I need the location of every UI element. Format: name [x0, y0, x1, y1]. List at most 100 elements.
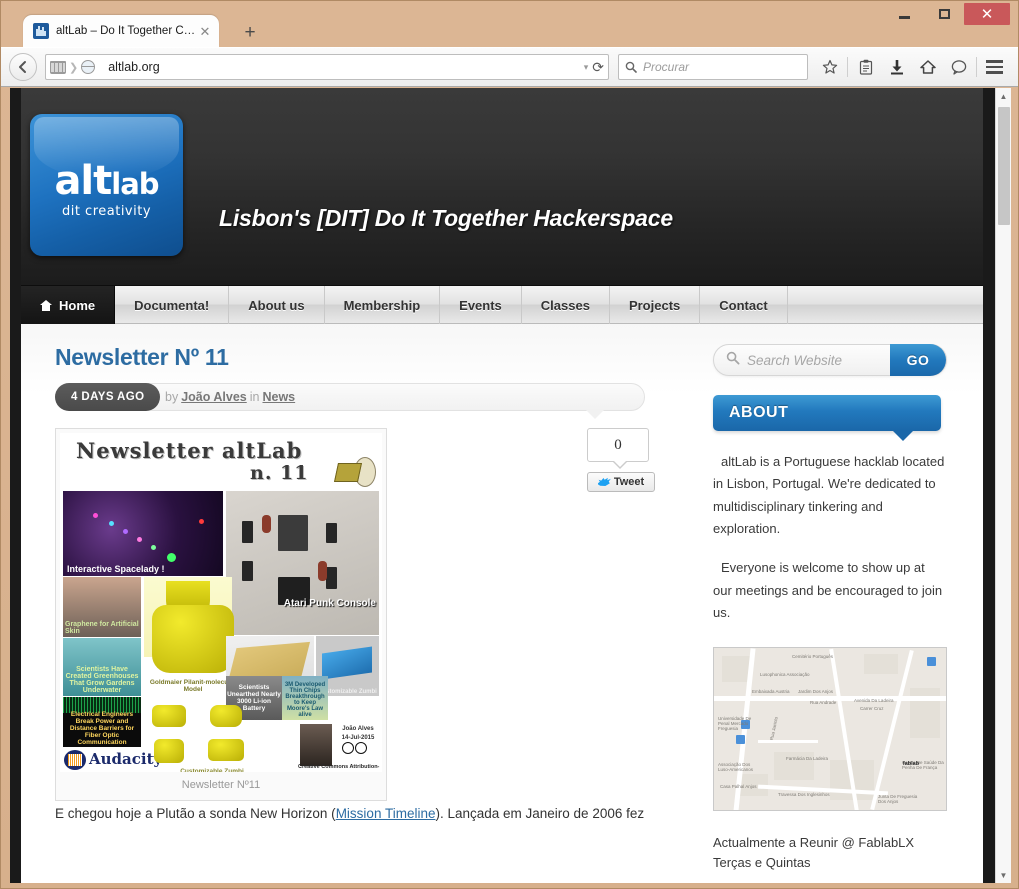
- page-viewport: altlab dit creativity Lisbon's [DIT] Do …: [10, 88, 1011, 883]
- mission-timeline-link[interactable]: Mission Timeline: [336, 806, 436, 821]
- collage-license: Creative Commons Attribution-NonCommerci…: [298, 755, 380, 772]
- space-probe-icon: [334, 455, 376, 493]
- browser-tab[interactable]: altLab – Do It Together Cre... ✕: [23, 15, 219, 47]
- post-meta: 4 DAYS AGO by João Alves in News: [55, 383, 645, 415]
- scroll-up-button[interactable]: ▲: [996, 88, 1011, 104]
- vertical-scrollbar[interactable]: ▲ ▼: [995, 88, 1011, 883]
- browser-search-placeholder: Procurar: [643, 60, 689, 74]
- post-author-link[interactable]: João Alves: [181, 390, 247, 404]
- twitter-bird-icon: [598, 477, 611, 488]
- map-label: Carrer Cruz: [860, 706, 884, 711]
- toolbar-icons: [814, 52, 1010, 82]
- about-widget-body: altLab is a Portuguese hacklab located i…: [713, 451, 945, 625]
- search-icon: [726, 351, 740, 370]
- url-actions: ▾ ⟳: [584, 59, 604, 76]
- home-icon: [40, 300, 52, 311]
- collage-heading-line1: Newsletter altLab: [76, 438, 302, 463]
- toolbar-divider: [847, 57, 848, 77]
- tweet-button[interactable]: Tweet: [587, 472, 655, 492]
- downloads-icon[interactable]: [881, 52, 912, 82]
- collage-tile-label: Interactive Spacelady !: [67, 564, 165, 574]
- body-suffix: ). Lançada em Janeiro de 2006 fez: [435, 806, 644, 821]
- reader-icon[interactable]: [850, 52, 881, 82]
- reload-icon[interactable]: ⟳: [592, 59, 604, 76]
- browser-toolbar: ❯ altlab.org ▾ ⟳ Procurar: [1, 47, 1018, 87]
- back-arrow-icon: [16, 60, 30, 74]
- globe-icon: [81, 60, 95, 74]
- collage-tile-graphene: Graphene for Artificial Skin: [63, 577, 141, 637]
- collage-tile-label: Scientists Have Created Greenhouses That…: [65, 666, 139, 694]
- location-map[interactable]: Cemitério Português Lusophonica Associaç…: [713, 647, 947, 811]
- home-icon[interactable]: [912, 52, 943, 82]
- about-paragraph: Everyone is welcome to show up at our me…: [713, 557, 945, 624]
- collage-tile-label: Atari Punk Console: [284, 598, 376, 609]
- browser-search-box[interactable]: Procurar: [618, 54, 808, 80]
- site-identity[interactable]: ❯: [50, 55, 101, 79]
- tab-close-icon[interactable]: ✕: [197, 25, 213, 38]
- bookmark-star-icon[interactable]: [814, 52, 845, 82]
- collage-tile-spacelady: Interactive Spacelady !: [63, 491, 223, 576]
- nav-label: Membership: [344, 298, 421, 313]
- site-nav: Home Documenta! About us Membership Even…: [21, 286, 983, 324]
- map-label: Rua Andrade: [810, 700, 836, 705]
- scrollbar-thumb[interactable]: [998, 107, 1010, 225]
- collage-tile-label: Customizable Zumbi: [152, 768, 272, 772]
- collage-tile-atari-punk-console: Atari Punk Console: [226, 491, 379, 635]
- site-title: Lisbon's [DIT] Do It Together Hackerspac…: [219, 205, 673, 232]
- map-label: Associação Dos Luso-Americanos: [718, 762, 758, 772]
- search-go-button[interactable]: GO: [890, 344, 946, 376]
- nav-item-documenta[interactable]: Documenta!: [115, 286, 229, 324]
- altlab-logo[interactable]: altlab dit creativity: [30, 114, 183, 256]
- logo-wordmark: altlab: [30, 158, 183, 204]
- map-label: Jardim Dos Anjos: [798, 689, 833, 694]
- collage-tile-fiber-optic: Electrical Engineers Break Power and Dis…: [63, 697, 141, 747]
- post-byline: by João Alves in News: [165, 383, 298, 411]
- map-badge-icon: [927, 657, 936, 666]
- new-tab-button[interactable]: +: [237, 22, 263, 46]
- chat-icon[interactable]: [943, 52, 974, 82]
- map-label: Casa Palhal Anjos: [720, 784, 764, 789]
- scroll-down-button[interactable]: ▼: [996, 867, 1011, 883]
- post-figure[interactable]: Newsletter altLab n. 11: [55, 428, 387, 801]
- back-button[interactable]: [9, 53, 37, 81]
- main-column: Newsletter Nº 11 4 DAYS AGO by João Alve…: [55, 344, 675, 415]
- nav-label: Home: [59, 298, 95, 313]
- site-search-widget[interactable]: Search Website GO: [713, 344, 947, 376]
- fablab-label: fablab: [903, 761, 919, 767]
- toolbar-divider: [976, 57, 977, 77]
- nav-label: Events: [459, 298, 502, 313]
- menu-icon[interactable]: [979, 52, 1010, 82]
- site-header: altlab dit creativity Lisbon's [DIT] Do …: [21, 88, 983, 286]
- map-label: Farmácia Da Ladeira: [786, 756, 828, 761]
- tweet-button-label: Tweet: [614, 476, 644, 488]
- nav-item-about-us[interactable]: About us: [229, 286, 324, 324]
- tweet-widget: 0 Tweet: [587, 428, 659, 492]
- logo-tagline: dit creativity: [30, 204, 183, 219]
- figure-caption: Newsletter Nº11: [60, 772, 382, 800]
- nav-item-membership[interactable]: Membership: [325, 286, 441, 324]
- post-body: E chegou hoje a Plutão a sonda New Horiz…: [55, 803, 655, 825]
- tab-strip: altLab – Do It Together Cre... ✕ +: [1, 15, 1018, 47]
- nav-item-events[interactable]: Events: [440, 286, 522, 324]
- map-label: Junta De Freguesia Dos Anjos: [878, 794, 926, 804]
- chevron-down-icon[interactable]: ▾: [584, 62, 589, 73]
- search-input[interactable]: Search Website: [747, 353, 890, 368]
- url-text: altlab.org: [108, 60, 584, 74]
- logo-word-top: alt: [54, 158, 111, 204]
- nav-item-projects[interactable]: Projects: [610, 286, 700, 324]
- tab-title: altLab – Do It Together Cre...: [56, 25, 197, 37]
- post-category-link[interactable]: News: [262, 390, 295, 404]
- collage-tile-label: Graphene for Artificial Skin: [65, 621, 141, 635]
- nav-item-home[interactable]: Home: [21, 286, 115, 324]
- search-icon: [625, 61, 637, 73]
- url-bar[interactable]: ❯ altlab.org ▾ ⟳: [45, 54, 609, 80]
- nav-item-classes[interactable]: Classes: [522, 286, 610, 324]
- browser-window: ✕ altLab – Do It Together Cre... ✕ + ❯: [0, 0, 1019, 889]
- collage-header: Newsletter altLab n. 11: [60, 433, 382, 491]
- knob-shape: [152, 605, 234, 673]
- post-date-badge: 4 DAYS AGO: [55, 383, 160, 411]
- tweet-count: 0: [587, 428, 649, 462]
- site-folder-icon: [50, 61, 66, 74]
- nav-item-contact[interactable]: Contact: [700, 286, 787, 324]
- collage-tile-zumbi-knobs: Customizable Zumbi: [152, 703, 272, 772]
